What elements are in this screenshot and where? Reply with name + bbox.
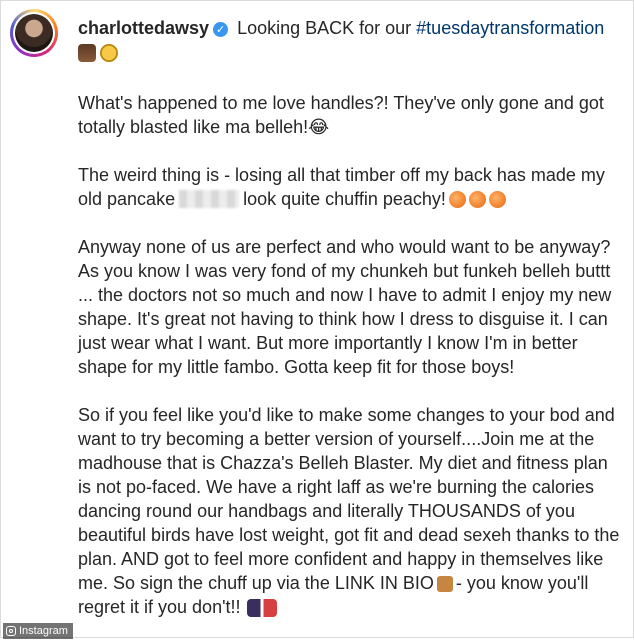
caption-paragraph-2: The weird thing is - losing all that tim… — [78, 163, 623, 211]
caption-intro: Looking BACK for our — [237, 18, 412, 38]
caption-paragraph-4: So if you feel like you'd like to make s… — [78, 403, 623, 619]
caption-p4-text: So if you feel like you'd like to make s… — [78, 405, 620, 593]
header-emojis — [78, 43, 122, 65]
instagram-icon — [6, 626, 16, 636]
caption-header: charlottedawsy ✓ Looking BACK for our #tu… — [78, 16, 618, 40]
watermark-label: Instagram — [19, 625, 68, 637]
caption-p2-end: look quite chuffin peachy! — [243, 189, 446, 209]
username-link[interactable]: charlottedawsy — [78, 18, 209, 38]
pointing-hand-emoji-icon — [436, 576, 453, 592]
peach-emoji-icon — [488, 191, 506, 208]
profile-photo — [15, 14, 53, 52]
peach-emoji-icon — [448, 191, 466, 208]
dancers-emoji-icon — [246, 599, 277, 617]
couple-emoji-icon — [78, 44, 96, 62]
instagram-post: charlottedawsy ✓ Looking BACK for our #tu… — [0, 0, 634, 639]
caption-paragraph-1: What's happened to me love handles?! The… — [78, 93, 604, 137]
instagram-watermark: Instagram — [3, 623, 73, 639]
caption-paragraph-3: Anyway none of us are perfect and who wo… — [78, 237, 612, 377]
caption-body: What's happened to me love handles?! The… — [78, 91, 623, 643]
peach-emoji-icon — [468, 191, 486, 208]
hashtag-link[interactable]: #tuesdaytransformation — [416, 18, 604, 38]
verified-badge-icon: ✓ — [213, 22, 229, 37]
avatar[interactable] — [10, 9, 58, 57]
face-emoji-icon — [100, 44, 118, 62]
censor-blur — [179, 190, 240, 208]
